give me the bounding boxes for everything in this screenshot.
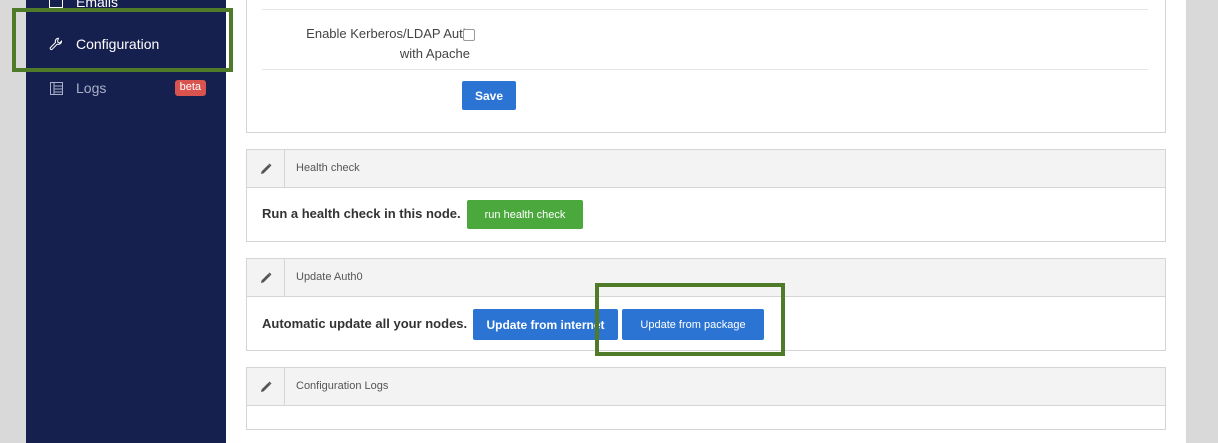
panel-title: Update Auth0 — [296, 271, 363, 283]
pencil-icon — [247, 150, 285, 187]
sidebar-item-label: Logs — [76, 80, 107, 96]
panel-header: Configuration Logs — [247, 368, 1165, 406]
health-check-text: Run a health check in this node. — [262, 206, 461, 221]
kerberos-label: Enable Kerberos/LDAP Auth with Apache — [306, 24, 470, 64]
logs-icon — [48, 80, 64, 96]
panel-title: Health check — [296, 162, 360, 174]
pencil-icon — [247, 368, 285, 405]
update-text: Automatic update all your nodes. — [262, 316, 468, 331]
kerberos-checkbox[interactable] — [463, 29, 475, 41]
divider — [262, 69, 1148, 70]
main-content: Enable Kerberos/LDAP Auth with Apache Sa… — [226, 0, 1186, 443]
kerberos-label-line1: Enable Kerberos/LDAP Auth — [306, 26, 470, 41]
configuration-logs-panel: Configuration Logs — [246, 367, 1166, 430]
save-button[interactable]: Save — [462, 81, 516, 110]
kerberos-label-line2: with Apache — [399, 46, 470, 61]
panel-body: Run a health check in this node. run hea… — [247, 188, 1165, 242]
right-gutter — [1186, 0, 1218, 443]
panel-header: Health check — [247, 150, 1165, 188]
highlight-box-package — [595, 283, 785, 356]
settings-panel: Enable Kerberos/LDAP Auth with Apache Sa… — [246, 0, 1166, 133]
highlight-box-configuration — [12, 8, 233, 72]
sidebar-item-logs[interactable]: Logs beta — [26, 68, 226, 108]
divider — [262, 9, 1148, 10]
pencil-icon — [247, 259, 285, 296]
panel-title: Configuration Logs — [296, 380, 389, 392]
run-health-check-button[interactable]: run health check — [467, 200, 583, 229]
beta-badge: beta — [174, 80, 206, 96]
health-check-panel: Health check Run a health check in this … — [246, 149, 1166, 242]
